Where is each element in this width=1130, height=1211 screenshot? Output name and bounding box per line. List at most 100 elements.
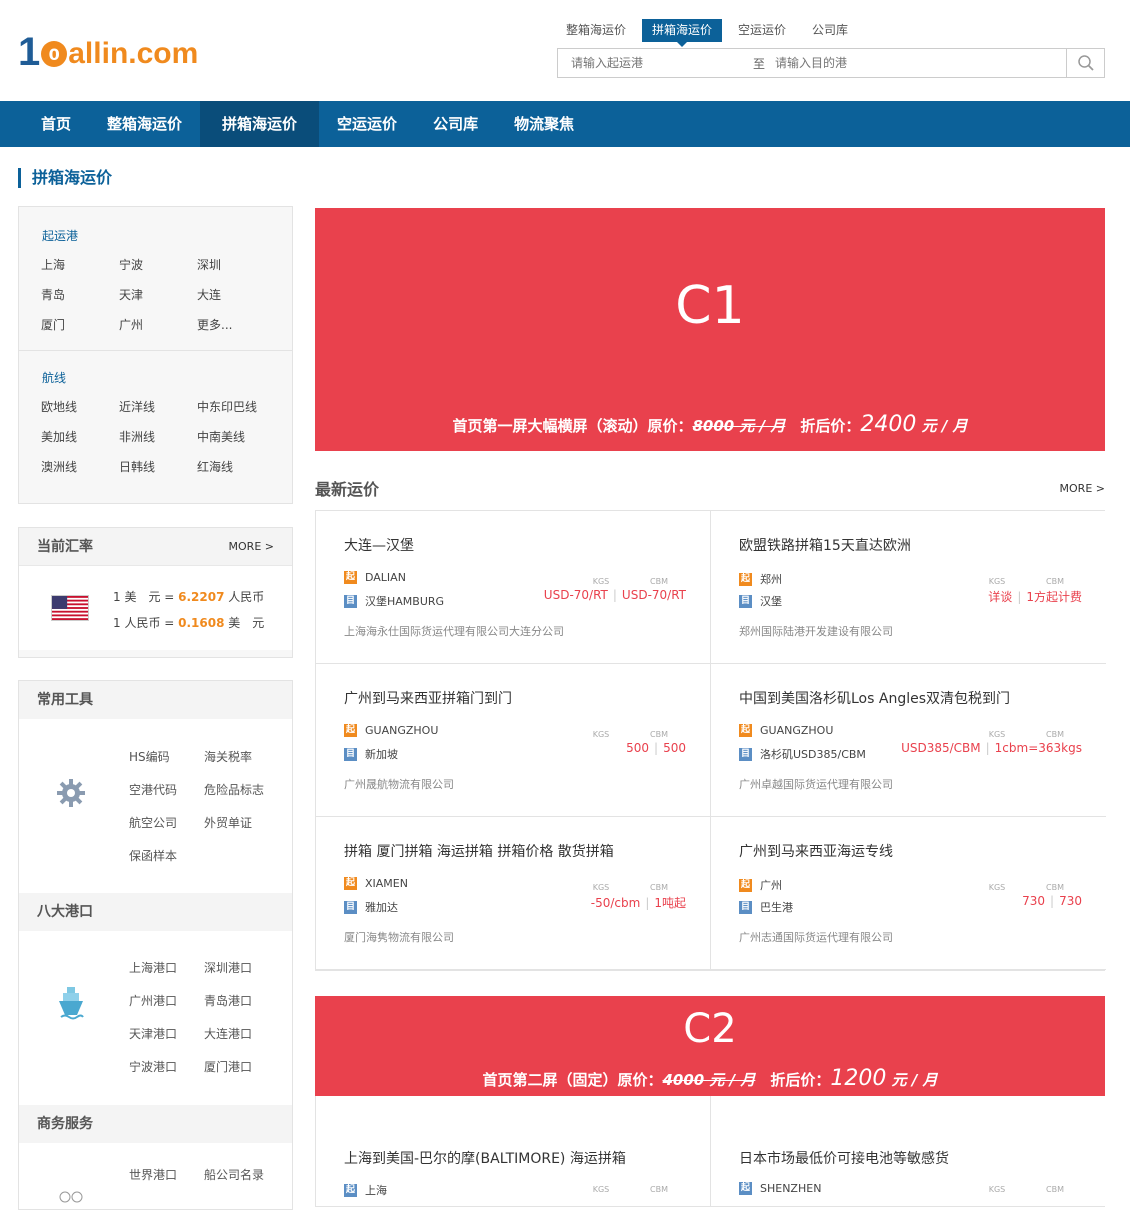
port-link[interactable]: 上海港口 <box>129 952 204 985</box>
tool-link[interactable]: 保函样本 <box>129 840 204 873</box>
rate-card[interactable]: 中国到美国洛杉矶Los Angles双清包税到门起 GUANGZHOU 目洛杉矶US… <box>711 664 1106 817</box>
rate-card[interactable]: 广州到马来西亚海运专线起广州目巴生港 KGS CBM 730 | 730 广州志通国际货运代… <box>711 817 1106 970</box>
port-link[interactable]: 天津港口 <box>129 1018 204 1051</box>
rate-card-title[interactable]: 日本市场最低价可接电池等敏感货 <box>739 1148 949 1168</box>
rate-card[interactable]: 上海到美国-巴尔的摩(BALTIMORE) 海运拼箱起上海 KGS CBM <box>316 1096 711 1206</box>
origin-port-input[interactable] <box>558 49 738 77</box>
route-link[interactable]: 美加线 <box>41 422 119 452</box>
cbm-value: 1cbm=363kgs <box>994 741 1082 755</box>
rate-card-title[interactable]: 大连—汉堡 <box>344 535 414 555</box>
origin-link[interactable]: 深圳 <box>197 250 287 280</box>
tool-link[interactable]: HS编码 <box>129 741 204 774</box>
kgs-label: KGS <box>988 883 1006 892</box>
rate-card-title[interactable]: 欧盟铁路拼箱15天直达欧洲 <box>739 535 911 555</box>
origin-more-link[interactable]: 更多... <box>197 310 287 340</box>
search-tab-lcl[interactable]: 拼箱海运价 <box>642 19 723 47</box>
kgs-value: 详谈 <box>988 590 1013 604</box>
nav-lcl[interactable]: 拼箱海运价 <box>200 101 320 147</box>
cbm-label: CBM <box>650 577 668 586</box>
nav-logistics-news[interactable]: 物流聚焦 <box>496 101 592 147</box>
company-name[interactable]: 上海海永仕国际货运代理有限公司大连分公司 <box>344 623 564 639</box>
origin-row-tag-icon: 起 <box>344 724 357 737</box>
rate-card-title[interactable]: 上海到美国-巴尔的摩(BALTIMORE) 海运拼箱 <box>344 1148 626 1168</box>
biz-link[interactable]: 船公司名录 <box>204 1159 284 1192</box>
exchange-more-link[interactable]: MORE > <box>229 528 274 565</box>
port-link[interactable]: 深圳港口 <box>204 952 284 985</box>
origin-row-text: 广州 <box>760 879 782 892</box>
port-link[interactable]: 宁波港口 <box>129 1051 204 1084</box>
nav-air[interactable]: 空运运价 <box>319 101 415 147</box>
biz-link[interactable]: 世界港口 <box>129 1159 204 1192</box>
tool-link[interactable]: 海关税率 <box>204 741 284 774</box>
rate-values: USD-70/RT | USD-70/RT <box>544 588 686 602</box>
cbm-label: CBM <box>1046 1185 1064 1194</box>
origin-link[interactable]: 大连 <box>197 280 287 310</box>
nav-home[interactable]: 首页 <box>23 101 89 147</box>
tool-link[interactable]: 外贸单证 <box>204 807 284 840</box>
tool-link[interactable]: 危险品标志 <box>204 774 284 807</box>
tool-link[interactable]: 空港代码 <box>129 774 204 807</box>
company-name[interactable]: 厦门海隽物流有限公司 <box>344 929 454 945</box>
search-button[interactable] <box>1066 49 1104 77</box>
origin-link[interactable]: 上海 <box>41 250 119 280</box>
filter-panel: 起运港 上海 宁波 深圳 青岛 天津 大连 厦门 广州 更多... 航线 欧地线… <box>18 206 293 504</box>
route-link[interactable]: 红海线 <box>197 452 287 482</box>
route-link[interactable]: 日韩线 <box>119 452 197 482</box>
rate-card-title[interactable]: 拼箱 厦门拼箱 海运拼箱 拼箱价格 散货拼箱 <box>344 841 614 861</box>
company-name[interactable]: 广州卓越国际货运代理有限公司 <box>739 776 893 792</box>
port-link[interactable]: 大连港口 <box>204 1018 284 1051</box>
company-name[interactable]: 郑州国际陆港开发建设有限公司 <box>739 623 893 639</box>
rate-card[interactable]: 欧盟铁路拼箱15天直达欧洲起郑州目汉堡 KGS CBM 详谈 | 1方起计费 郑州国际陆港开… <box>711 511 1106 664</box>
latest-rates-title: 最新运价 <box>315 480 380 499</box>
route-link[interactable]: 非洲线 <box>119 422 197 452</box>
route-link[interactable]: 中东印巴线 <box>197 392 287 422</box>
route-link[interactable]: 澳洲线 <box>41 452 119 482</box>
tools-title: 常用工具 <box>19 681 292 719</box>
route-header: 航线 <box>42 371 67 385</box>
dest-port-input[interactable] <box>773 49 1058 77</box>
origin-link[interactable]: 青岛 <box>41 280 119 310</box>
rate-card[interactable]: 拼箱 厦门拼箱 海运拼箱 拼箱价格 散货拼箱起 XIAMEN 目雅加达 KGS CBM -… <box>316 817 711 970</box>
origin-link[interactable]: 厦门 <box>41 310 119 340</box>
route-link[interactable]: 中南美线 <box>197 422 287 452</box>
rate-card-title[interactable]: 广州到马来西亚海运专线 <box>739 841 893 861</box>
origin-link[interactable]: 宁波 <box>119 250 197 280</box>
port-link[interactable]: 厦门港口 <box>204 1051 284 1084</box>
unit-labels: KGS CBM <box>966 730 1082 739</box>
ad-banner-c1[interactable]: C1 首页第一屏大幅横屏（滚动）原价：8000 元 / 月 折后价：2400 元… <box>315 208 1105 451</box>
cbm-label: CBM <box>1046 577 1064 586</box>
company-name[interactable]: 广州志通国际货运代理有限公司 <box>739 929 893 945</box>
rate-card-title[interactable]: 广州到马来西亚拼箱门到门 <box>344 688 512 708</box>
dest-row-tag-icon: 目 <box>344 747 357 761</box>
origin-link[interactable]: 广州 <box>119 310 197 340</box>
route-link[interactable]: 欧地线 <box>41 392 119 422</box>
rate-card[interactable]: 广州到马来西亚拼箱门到门起 GUANGZHOU 目新加坡 KGS CBM 500 | 500 广… <box>316 664 711 817</box>
search-tab-air[interactable]: 空运运价 <box>728 19 796 42</box>
search-tabs: 整箱海运价 拼箱海运价 空运运价 公司库 <box>556 19 864 47</box>
search-tab-fcl[interactable]: 整箱海运价 <box>556 19 636 42</box>
port-link[interactable]: 青岛港口 <box>204 985 284 1018</box>
port-link[interactable]: 广州港口 <box>129 985 204 1018</box>
route-link[interactable]: 近洋线 <box>119 392 197 422</box>
origin-link[interactable]: 天津 <box>119 280 197 310</box>
rate-usd-cny: 1 美 元 = 6.2207 人民币 <box>113 590 265 604</box>
dest-row-text: 雅加达 <box>365 901 398 914</box>
site-logo[interactable]: 1 0 allin.com <box>18 30 198 74</box>
rate-card-title[interactable]: 中国到美国洛杉矶Los Angles双清包税到门 <box>739 688 1010 708</box>
exchange-title: 当前汇率 <box>37 539 93 555</box>
tool-link[interactable]: 航空公司 <box>129 807 204 840</box>
origin-row-tag-icon: 起 <box>344 1183 357 1197</box>
nav-company[interactable]: 公司库 <box>415 101 496 147</box>
origin-row-text: GUANGZHOU <box>760 724 834 737</box>
dest-row: 目新加坡 <box>344 746 398 762</box>
rate-card[interactable]: 大连—汉堡起 DALIAN 目汉堡HAMBURG KGS CBM USD-70/RT | US… <box>316 511 711 664</box>
nav-fcl[interactable]: 整箱海运价 <box>89 101 200 147</box>
search-tab-company[interactable]: 公司库 <box>802 19 858 42</box>
value-separator: | <box>985 741 990 755</box>
latest-more-link[interactable]: MORE > <box>1060 482 1105 495</box>
dest-row-tag-icon: 目 <box>739 900 752 914</box>
company-name[interactable]: 广州晟航物流有限公司 <box>344 776 454 792</box>
rate-card[interactable]: 日本市场最低价可接电池等敏感货起 SHENZHEN KGS CBM <box>711 1096 1106 1206</box>
kgs-value: USD385/CBM <box>901 741 981 755</box>
ad-banner-c2[interactable]: C2 首页第二屏（固定）原价：4000 元 / 月 折后价：1200 元 / 月 <box>315 996 1105 1097</box>
